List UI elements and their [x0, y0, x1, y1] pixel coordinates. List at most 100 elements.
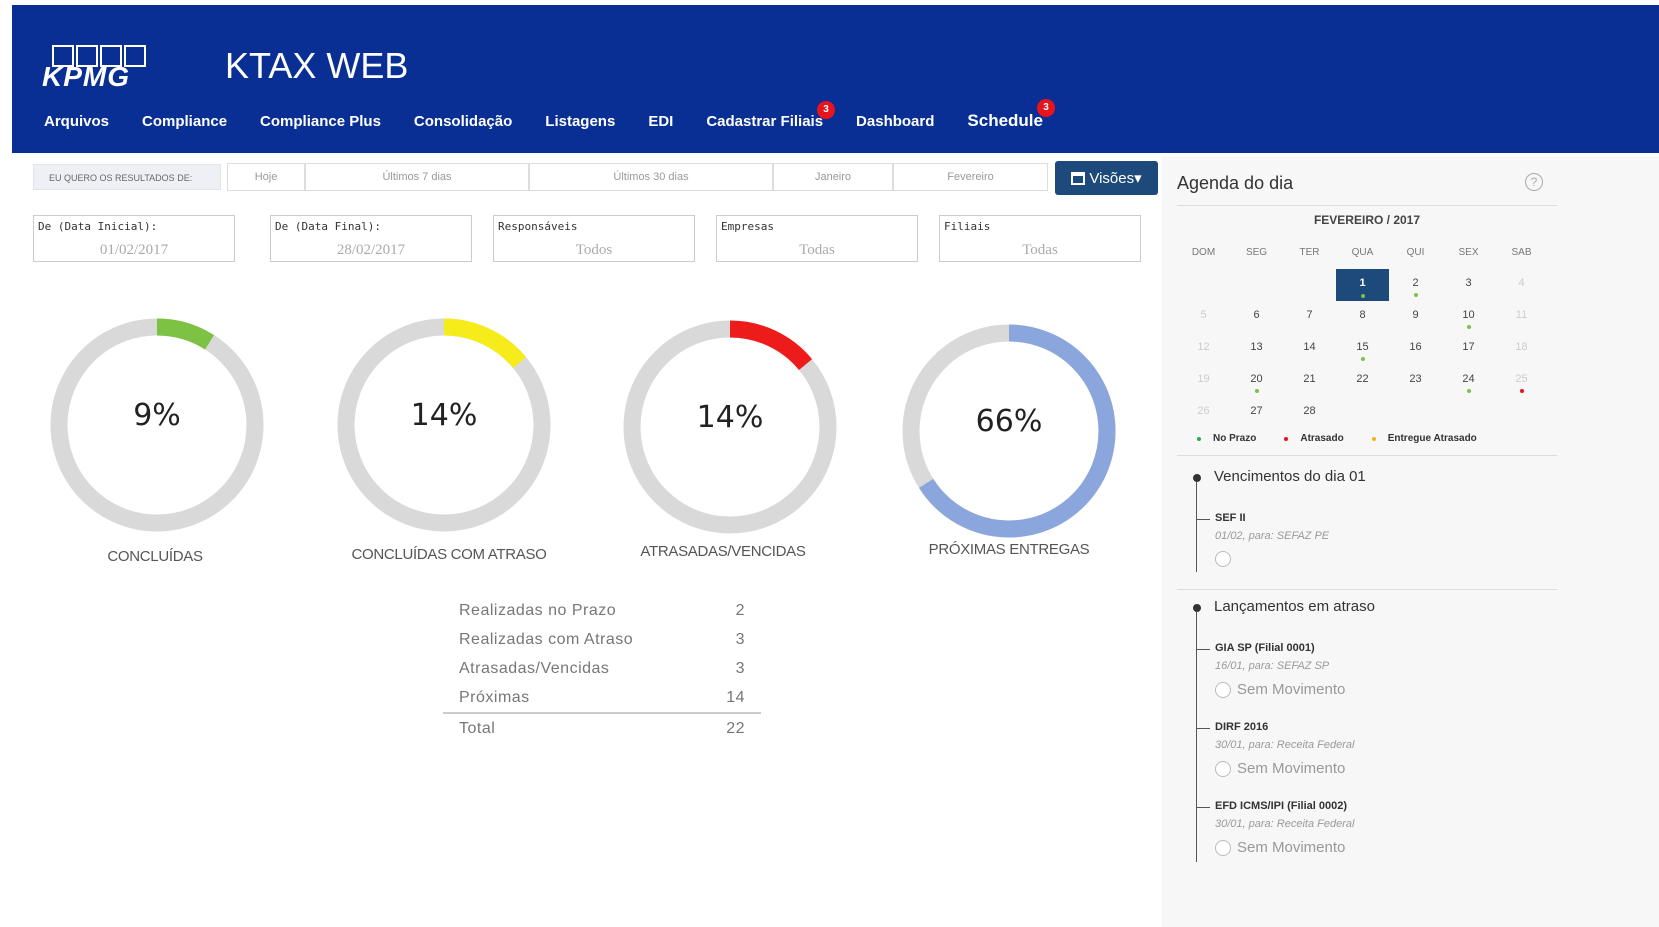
nav-item-cadastrar-filiais[interactable]: Cadastrar Filiais 3: [706, 100, 836, 130]
calendar-day-number: 24: [1462, 373, 1475, 385]
calendar-day-number: 9: [1412, 309, 1419, 321]
calendar-day[interactable]: 26: [1177, 397, 1230, 425]
calendar-day[interactable]: 2: [1389, 269, 1442, 297]
donut-proximas-entregas[interactable]: 66%: [894, 316, 1124, 546]
start-date-value: 01/02/2017: [99, 242, 169, 258]
radio-circle-icon: [1215, 839, 1231, 856]
event-radio[interactable]: Sem Movimento: [1215, 839, 1345, 856]
nav-item-listagens[interactable]: Listagens: [545, 113, 615, 130]
nav-item-schedule[interactable]: Schedule 3: [967, 99, 1055, 131]
start-date-field[interactable]: De (Data Inicial): 01/02/2017: [33, 215, 235, 262]
calendar-day[interactable]: 22: [1336, 365, 1389, 393]
nav-item-label: Compliance Plus: [260, 112, 381, 130]
end-date-label: De (Data Final):: [275, 220, 381, 233]
help-icon[interactable]: ?: [1525, 173, 1543, 191]
calendar-week: 19 20 21 22 23 24 25: [1177, 365, 1548, 393]
radio-circle-icon: [1215, 760, 1231, 777]
calendar-day-number: 23: [1409, 373, 1422, 385]
nav-item-compliance[interactable]: Compliance: [142, 113, 227, 130]
calendar-day[interactable]: 21: [1283, 365, 1336, 393]
event-radio[interactable]: Sem Movimento: [1215, 760, 1345, 777]
calendar-day[interactable]: 23: [1389, 365, 1442, 393]
calendar-day[interactable]: 8: [1336, 301, 1389, 329]
donut-percent: 14%: [410, 398, 478, 433]
calendar-day[interactable]: 15: [1336, 333, 1389, 361]
calendar-day[interactable]: 13: [1230, 333, 1283, 361]
event-title[interactable]: EFD ICMS/IPI (Filial 0002): [1215, 800, 1347, 812]
kpmg-logo[interactable]: KPMG: [42, 45, 152, 95]
event-dot-icon: [1466, 325, 1471, 329]
divider: [1177, 455, 1557, 456]
calendar-day[interactable]: 10: [1442, 301, 1495, 329]
calendar-day[interactable]: 3: [1442, 269, 1495, 297]
event-title[interactable]: GIA SP (Filial 0001): [1215, 642, 1315, 654]
calendar-legend: No Prazo Atrasado Entregue Atrasado: [1197, 433, 1505, 444]
calendar-day[interactable]: 1: [1336, 269, 1389, 301]
empresas-field[interactable]: Empresas Todas: [716, 215, 918, 262]
donut-concluidas-com-atraso[interactable]: 14%: [329, 310, 559, 540]
calendar-day[interactable]: 27: [1230, 397, 1283, 425]
calendar-day[interactable]: 11: [1495, 301, 1548, 329]
period-january[interactable]: Janeiro: [773, 163, 893, 191]
calendar-day-number: 18: [1515, 341, 1528, 353]
calendar-day[interactable]: 6: [1230, 301, 1283, 329]
calendar-day[interactable]: 19: [1177, 365, 1230, 393]
period-february[interactable]: Fevereiro: [893, 163, 1048, 191]
responsaveis-label: Responsáveis: [498, 220, 578, 233]
calendar-day[interactable]: 5: [1177, 301, 1230, 329]
section-bullet: [1193, 474, 1201, 482]
calendar-day[interactable]: 25: [1495, 365, 1548, 393]
top-header: KPMG KTAX WEB Arquivos Compliance Complian…: [12, 5, 1659, 153]
nav-item-edi[interactable]: EDI: [648, 113, 673, 130]
nav-item-label: Arquivos: [44, 112, 110, 130]
calendar-day[interactable]: 14: [1283, 333, 1336, 361]
calendar-day[interactable]: 12: [1177, 333, 1230, 361]
period-last-30-days[interactable]: Últimos 30 dias: [529, 163, 773, 191]
event-title[interactable]: SEF II: [1215, 512, 1246, 524]
donut-atrasadas-vencidas[interactable]: 14%: [615, 312, 845, 542]
event-dot-icon: [1466, 389, 1471, 393]
calendar-day[interactable]: 20: [1230, 365, 1283, 393]
period-today[interactable]: Hoje: [227, 163, 305, 191]
responsaveis-value: Todos: [575, 242, 613, 258]
calendar-day[interactable]: 9: [1389, 301, 1442, 329]
calendar-day[interactable]: 7: [1283, 301, 1336, 329]
calendar-day-number: 2: [1412, 277, 1419, 289]
event-dot-icon: [1360, 357, 1365, 361]
calendar-day[interactable]: 17: [1442, 333, 1495, 361]
logo-text: KPMG: [42, 61, 130, 92]
calendar-day[interactable]: 24: [1442, 365, 1495, 393]
end-date-field[interactable]: De (Data Final): 28/02/2017: [270, 215, 472, 262]
calendar-day[interactable]: 28: [1283, 397, 1336, 425]
calendar-empty-cell: [1230, 269, 1283, 297]
event-radio[interactable]: Sem Movimento: [1215, 681, 1345, 698]
weekday-label: SEG: [1245, 247, 1268, 258]
donut-percent: 9%: [133, 398, 181, 433]
calendar-day-number: 16: [1409, 341, 1422, 353]
divider: [1177, 589, 1557, 590]
filiais-label: Filiais: [944, 220, 991, 233]
responsaveis-field[interactable]: Responsáveis Todos: [493, 215, 695, 262]
visoes-dropdown-button[interactable]: Visões▾: [1055, 161, 1158, 195]
calendar-weekdays: DOM SEG TER QUA QUI SEX SAB: [1177, 239, 1548, 267]
event-radio[interactable]: [1215, 551, 1237, 567]
donut-concluidas[interactable]: 9%: [42, 310, 272, 540]
end-date-value: 28/02/2017: [336, 242, 406, 258]
summary-row: Realizadas no Prazo 2: [443, 596, 761, 625]
nav-item-consolida-o[interactable]: Consolidação: [414, 113, 512, 130]
nav-item-compliance-plus[interactable]: Compliance Plus: [260, 113, 381, 130]
calendar-day[interactable]: 18: [1495, 333, 1548, 361]
event-dot-icon: [1519, 389, 1524, 393]
nav-item-dashboard[interactable]: Dashboard: [856, 113, 934, 130]
filiais-field[interactable]: Filiais Todas: [939, 215, 1141, 262]
calendar-week: 12 13 14 15 16 17 18: [1177, 333, 1548, 361]
calendar-day-number: 13: [1250, 341, 1263, 353]
event-subtitle: 30/01, para: Receita Federal: [1215, 818, 1355, 830]
nav-item-label: Schedule: [967, 111, 1043, 130]
calendar-day[interactable]: 4: [1495, 269, 1548, 297]
calendar-day[interactable]: 16: [1389, 333, 1442, 361]
nav-item-arquivos[interactable]: Arquivos: [44, 113, 109, 130]
legend-item: Entregue Atrasado: [1371, 433, 1477, 444]
event-title[interactable]: DIRF 2016: [1215, 721, 1268, 733]
period-last-7-days[interactable]: Últimos 7 dias: [305, 163, 529, 191]
